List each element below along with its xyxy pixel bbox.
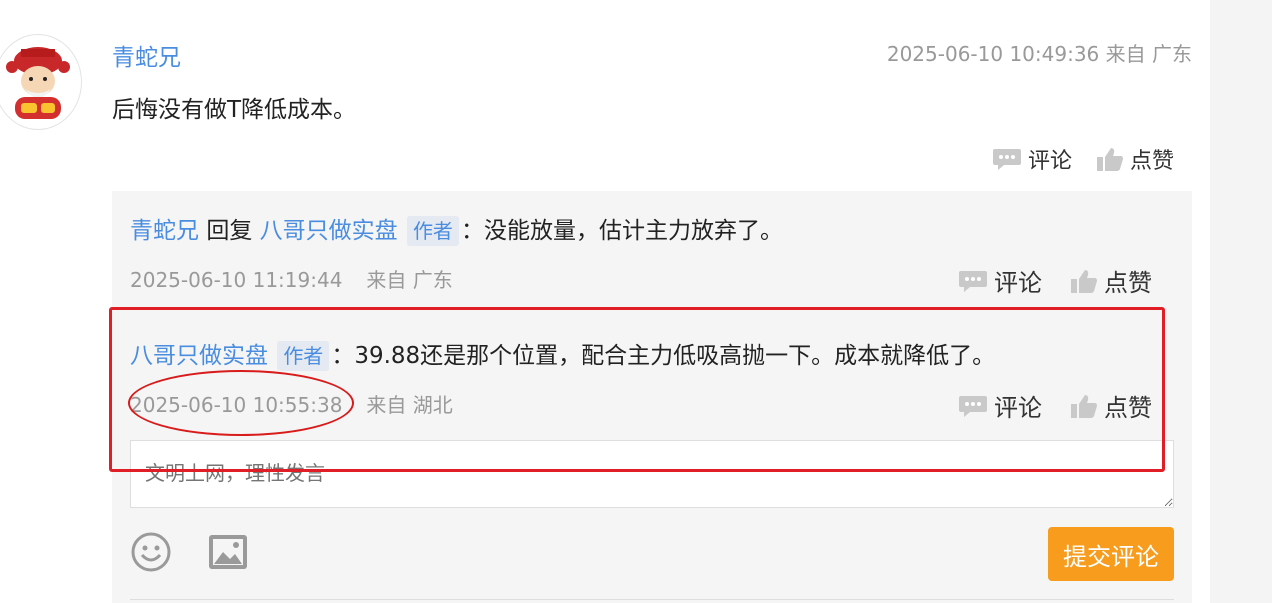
annotation-oval <box>128 370 354 436</box>
author-badge: 作者 <box>406 216 459 246</box>
divider <box>130 599 1174 600</box>
post-like-label: 点赞 <box>1130 149 1175 174</box>
image-icon <box>209 535 247 569</box>
image-button[interactable] <box>208 533 248 571</box>
thumbs-up-icon <box>1097 148 1123 171</box>
post-text: 后悔没有做T降低成本。 <box>112 97 357 123</box>
comment-icon <box>993 149 1021 170</box>
reply-word: 回复 <box>206 218 253 244</box>
submit-comment-button[interactable]: 提交评论 <box>1048 527 1174 581</box>
reply-comment-action[interactable]: 评论 <box>958 263 1042 298</box>
emoji-icon <box>131 532 171 572</box>
reply-meta: 2025-06-10 11:19:44 来自 广东 <box>130 264 453 293</box>
avatar[interactable] <box>0 34 82 130</box>
emoji-button[interactable] <box>130 531 172 573</box>
reply-author-link[interactable]: 青蛇兄 <box>130 218 199 244</box>
reply-like-label: 点赞 <box>1104 269 1152 297</box>
avatar-caishen-icon <box>6 47 70 119</box>
right-rail <box>1210 0 1272 603</box>
reply-location: 来自 广东 <box>366 268 453 292</box>
post-comment-label: 评论 <box>1028 149 1073 174</box>
post-time: 2025-06-10 10:49:36 来自 广东 <box>886 42 1192 66</box>
reply-line: 青蛇兄 回复 八哥只做实盘 作者 ：没能放量，估计主力放弃了。 <box>130 211 783 246</box>
post-like-action[interactable]: 点赞 <box>1096 143 1174 175</box>
reply-text: ：没能放量，估计主力放弃了。 <box>460 218 783 244</box>
post-username[interactable]: 青蛇兄 <box>112 38 181 72</box>
post-comment-action[interactable]: 评论 <box>992 143 1072 175</box>
thumbs-up-icon <box>1071 269 1097 293</box>
reply-time: 2025-06-10 11:19:44 <box>130 268 343 292</box>
comment-icon <box>959 270 987 292</box>
reply-comment-label: 评论 <box>994 269 1042 297</box>
reply-like-action[interactable]: 点赞 <box>1070 263 1152 298</box>
reply-target-link[interactable]: 八哥只做实盘 <box>260 218 398 244</box>
